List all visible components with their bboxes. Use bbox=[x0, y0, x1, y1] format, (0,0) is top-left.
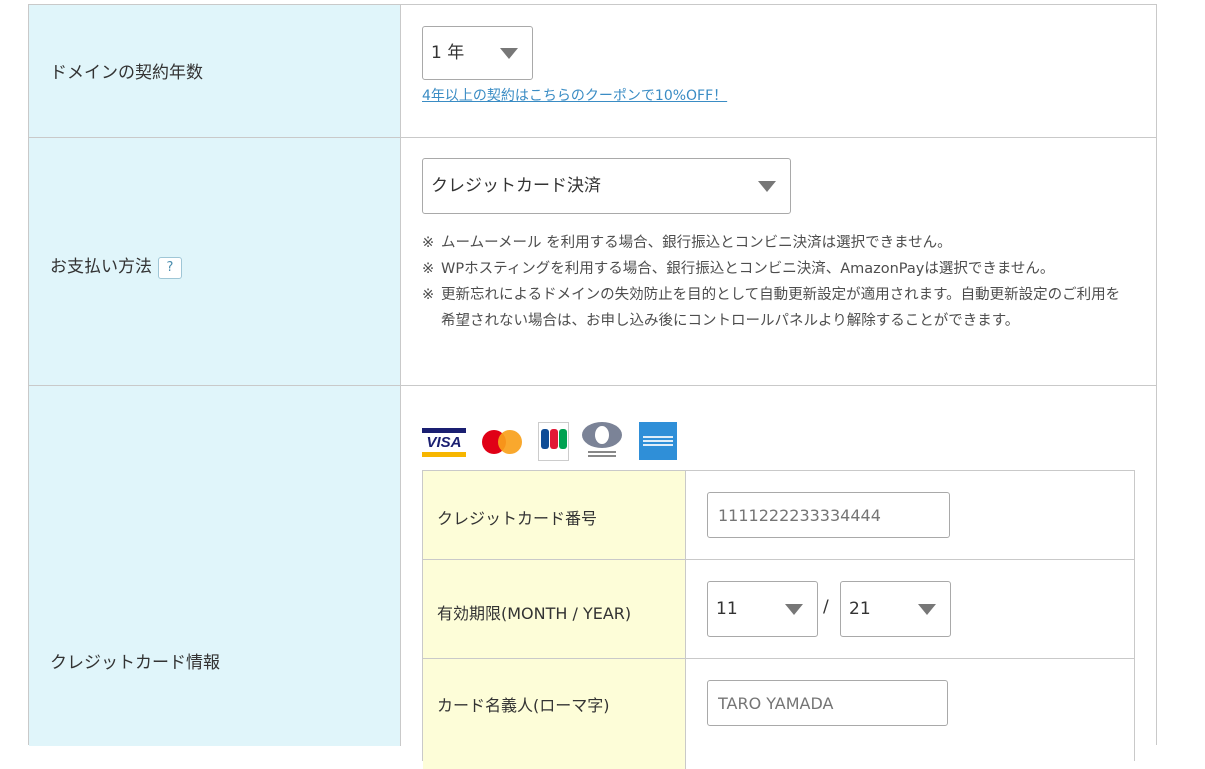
contract-years-select[interactable]: 1 年 bbox=[422, 26, 533, 80]
chevron-down-icon bbox=[758, 181, 776, 192]
payment-note-text: ムームーメール を利用する場合、銀行振込とコンビニ決済は選択できません。 bbox=[441, 235, 952, 251]
credit-card-value-cell: VISA クレジットカード番号 1111222233334444 有効期限(MO… bbox=[401, 386, 1156, 769]
diners-club-logo bbox=[582, 422, 622, 459]
expiry-separator: / bbox=[823, 597, 829, 617]
payment-method-label-cell: お支払い方法? bbox=[29, 138, 401, 385]
payment-note: ※ 更新忘れによるドメインの失効防止を目的として自動更新設定が適用されます。自動更… bbox=[422, 282, 1132, 334]
note-mark: ※ bbox=[422, 287, 435, 303]
payment-method-selected-value: クレジットカード決済 bbox=[431, 176, 601, 196]
payment-note-text: 更新忘れによるドメインの失効防止を目的として自動更新設定が適用されます。自動更新… bbox=[441, 287, 1121, 329]
mastercard-logo bbox=[482, 428, 522, 456]
card-holder-input[interactable] bbox=[707, 680, 948, 726]
contract-years-label: ドメインの契約年数 bbox=[50, 63, 203, 83]
payment-method-label: お支払い方法? bbox=[50, 252, 182, 279]
expiry-value-cell: 11 / 21 bbox=[686, 560, 1134, 658]
expiry-row: 有効期限(MONTH / YEAR) 11 / 21 bbox=[423, 560, 1134, 659]
contract-years-row: ドメインの契約年数 1 年 4年以上の契約はこちらのクーポンで10%OFF！ bbox=[29, 5, 1156, 138]
card-holder-label: カード名義人(ローマ字) bbox=[437, 696, 610, 715]
contract-years-label-cell: ドメインの契約年数 bbox=[29, 5, 401, 137]
chevron-down-icon bbox=[500, 48, 518, 59]
order-form-table: ドメインの契約年数 1 年 4年以上の契約はこちらのクーポンで10%OFF！ お… bbox=[28, 4, 1157, 769]
note-mark: ※ bbox=[422, 235, 435, 251]
card-holder-value-cell bbox=[686, 659, 1134, 769]
chevron-down-icon bbox=[918, 604, 936, 615]
card-holder-label-cell: カード名義人(ローマ字) bbox=[423, 659, 686, 769]
american-express-logo bbox=[639, 422, 677, 460]
jcb-logo bbox=[538, 422, 569, 461]
chevron-down-icon bbox=[785, 604, 803, 615]
note-mark: ※ bbox=[422, 261, 435, 277]
coupon-link[interactable]: 4年以上の契約はこちらのクーポンで10%OFF！ bbox=[422, 85, 727, 105]
contract-years-value-cell: 1 年 4年以上の契約はこちらのクーポンで10%OFF！ bbox=[401, 5, 1156, 137]
payment-note: ※ ムームーメール を利用する場合、銀行振込とコンビニ決済は選択できません。 bbox=[422, 230, 1132, 256]
card-number-label: クレジットカード番号 bbox=[437, 509, 598, 528]
expiry-year-value: 21 bbox=[849, 599, 871, 619]
visa-logo: VISA bbox=[422, 428, 466, 457]
payment-note-text: WPホスティングを利用する場合、銀行振込とコンビニ決済、AmazonPayは選択… bbox=[441, 261, 1055, 277]
expiry-label-cell: 有効期限(MONTH / YEAR) bbox=[423, 560, 686, 658]
card-number-input[interactable] bbox=[707, 492, 950, 538]
contract-years-selected-value: 1 年 bbox=[431, 43, 465, 63]
payment-method-row: お支払い方法? クレジットカード決済 ※ ムームーメール を利用する場合、銀行振込… bbox=[29, 138, 1156, 386]
expiry-month-value: 11 bbox=[716, 599, 738, 619]
payment-method-label-text: お支払い方法 bbox=[50, 257, 152, 277]
card-holder-row: カード名義人(ローマ字) bbox=[423, 659, 1134, 769]
credit-card-fields-table: クレジットカード番号 有効期限(MONTH / YEAR) 11 bbox=[422, 470, 1135, 769]
payment-method-select[interactable]: クレジットカード決済 bbox=[422, 158, 791, 214]
expiry-label: 有効期限(MONTH / YEAR) bbox=[437, 604, 632, 623]
card-number-value-cell bbox=[686, 471, 1134, 559]
credit-card-row: クレジットカード情報 VISA クレジットカード番号 1111222233334… bbox=[29, 386, 1156, 769]
expiry-year-select[interactable]: 21 bbox=[840, 581, 951, 637]
help-icon[interactable]: ? bbox=[158, 257, 182, 279]
payment-method-value-cell: クレジットカード決済 ※ ムームーメール を利用する場合、銀行振込とコンビニ決済は… bbox=[401, 138, 1156, 385]
card-number-row: クレジットカード番号 bbox=[423, 471, 1134, 560]
credit-card-label: クレジットカード情報 bbox=[50, 653, 220, 673]
expiry-month-select[interactable]: 11 bbox=[707, 581, 818, 637]
card-number-label-cell: クレジットカード番号 bbox=[423, 471, 686, 559]
payment-notes: ※ ムームーメール を利用する場合、銀行振込とコンビニ決済は選択できません。 ※ W… bbox=[422, 230, 1132, 334]
visa-logo-text: VISA bbox=[426, 434, 462, 451]
credit-card-label-cell: クレジットカード情報 bbox=[29, 386, 401, 746]
payment-note: ※ WPホスティングを利用する場合、銀行振込とコンビニ決済、AmazonPayは選… bbox=[422, 256, 1132, 282]
